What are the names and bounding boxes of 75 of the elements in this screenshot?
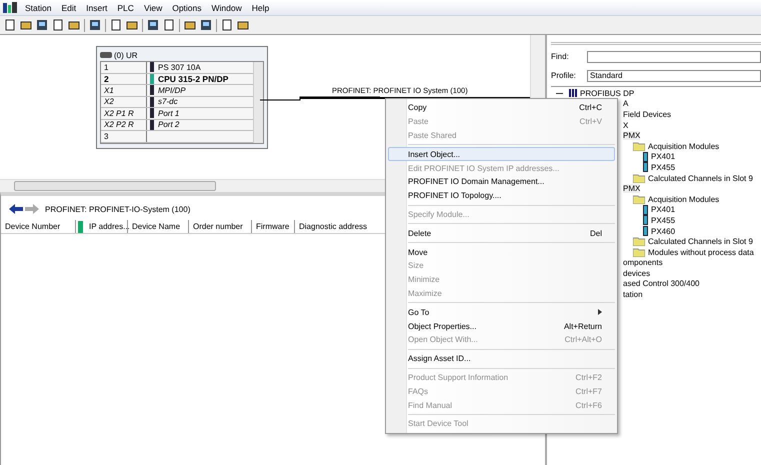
slot-cell: 1 [101, 62, 147, 72]
submenu-arrow-icon [598, 309, 602, 316]
module-cell: MPI/DP [158, 86, 186, 95]
find-field[interactable] [587, 50, 761, 62]
menu-item[interactable]: Window [206, 2, 247, 12]
tree-item[interactable]: devices [623, 268, 650, 278]
tree-item[interactable]: Acquisition Modules [648, 142, 720, 151]
detail-title: PROFINET: PROFINET-IO-System (100) [45, 204, 190, 214]
slot-cell: X2 [101, 96, 147, 107]
find-label: Find: [551, 52, 570, 61]
menu-item[interactable]: Options [167, 2, 207, 12]
slot-cell: 2 [101, 74, 147, 84]
menu-item[interactable]: View [138, 2, 168, 12]
folder-icon [633, 142, 645, 151]
tree-item[interactable]: tation [623, 290, 643, 300]
slot-cell: X2 P1 R [101, 108, 147, 118]
menu-item[interactable]: Delete Del [388, 226, 615, 240]
tree-item[interactable]: Calculated Channels in Slot 9 [648, 237, 753, 246]
column-header[interactable]: Order number [189, 220, 252, 233]
tree-item[interactable]: omponents [623, 258, 663, 268]
folder-icon [633, 237, 645, 246]
column-header[interactable]: Firmware [252, 220, 295, 233]
tree-item[interactable]: Acquisition Modules [648, 194, 720, 204]
module-cell: Port 1 [158, 108, 180, 118]
menu-item[interactable]: Insert Object... [388, 147, 615, 162]
folder-icon [633, 174, 645, 183]
module-cell: CPU 315-2 PN/DP [158, 74, 228, 84]
menu-item[interactable]: Help [246, 2, 274, 12]
column-header[interactable]: Device Name [128, 220, 189, 233]
tree-item[interactable]: Modules without process data [648, 248, 754, 257]
tree-item[interactable]: Field Devices [623, 110, 672, 119]
folder-icon [633, 248, 645, 257]
tree-item[interactable]: PX455 [651, 162, 676, 172]
back-arrow-icon[interactable] [9, 204, 23, 214]
tree-item[interactable]: PX455 [651, 216, 676, 225]
slot-cell: X1 [101, 85, 147, 96]
column-header[interactable]: Device Number [1, 220, 76, 233]
tree-item[interactable]: PROFIBUS DP [580, 88, 634, 98]
slot-cell: 3 [101, 131, 147, 142]
column-header[interactable]: Diagnostic address [295, 220, 385, 233]
module-cell: s7-dc [158, 97, 178, 106]
app-logo-icon [3, 2, 17, 14]
module-cell: Port 2 [158, 120, 180, 130]
menu-item[interactable]: Move [388, 245, 615, 259]
tree-item[interactable]: PX460 [651, 226, 676, 236]
module-cell: PS 307 10A [158, 62, 201, 72]
tree-item[interactable]: ased Control 300/400 [623, 279, 700, 288]
menu-item[interactable]: PLC [112, 2, 139, 12]
tree-item[interactable]: PX401 [651, 205, 676, 214]
menu-item[interactable]: Station [20, 2, 56, 12]
device-icon [78, 220, 83, 232]
menu-item[interactable]: Edit [56, 2, 82, 12]
folder-icon [633, 194, 645, 204]
tree-item[interactable]: Calculated Channels in Slot 9 [648, 174, 753, 183]
new-file-icon[interactable] [4, 19, 16, 31]
menu-item[interactable]: Copy Ctrl+C [388, 101, 615, 115]
tree-item[interactable]: A [623, 99, 628, 108]
profile-label: Profile: [551, 71, 577, 80]
menu-item[interactable]: Go To [388, 305, 615, 320]
menu-item[interactable]: PROFINET IO Domain Management... [388, 174, 615, 189]
menu-item[interactable]: Insert [81, 2, 112, 12]
menu-item[interactable]: Object Properties... Alt+Return [388, 319, 615, 333]
rack-panel[interactable]: (0) UR 1 PS 307 10A 2 CPU 315-2 PN/DP X1 MPI/DP X2 s7-dc X2 P1 R Port 1 X2 P2 R Port 2 3 [96, 46, 268, 148]
profile-dropdown[interactable]: Standard [587, 70, 761, 82]
rack-title: (0) UR [114, 50, 138, 60]
slot-cell: X2 P2 R [101, 120, 147, 130]
menu-item[interactable]: Assign Asset ID... [388, 352, 615, 366]
tree-item[interactable]: PX401 [651, 152, 676, 162]
tree-item[interactable]: PMX [623, 131, 640, 140]
scrollbar[interactable] [253, 62, 263, 142]
column-header[interactable]: IP addres... [85, 220, 128, 233]
tree-item[interactable]: PMX [623, 184, 640, 194]
tree-item[interactable]: X [623, 120, 628, 130]
rack-icon [100, 52, 112, 58]
menu-item[interactable]: PROFINET IO Topology.... [388, 188, 615, 203]
